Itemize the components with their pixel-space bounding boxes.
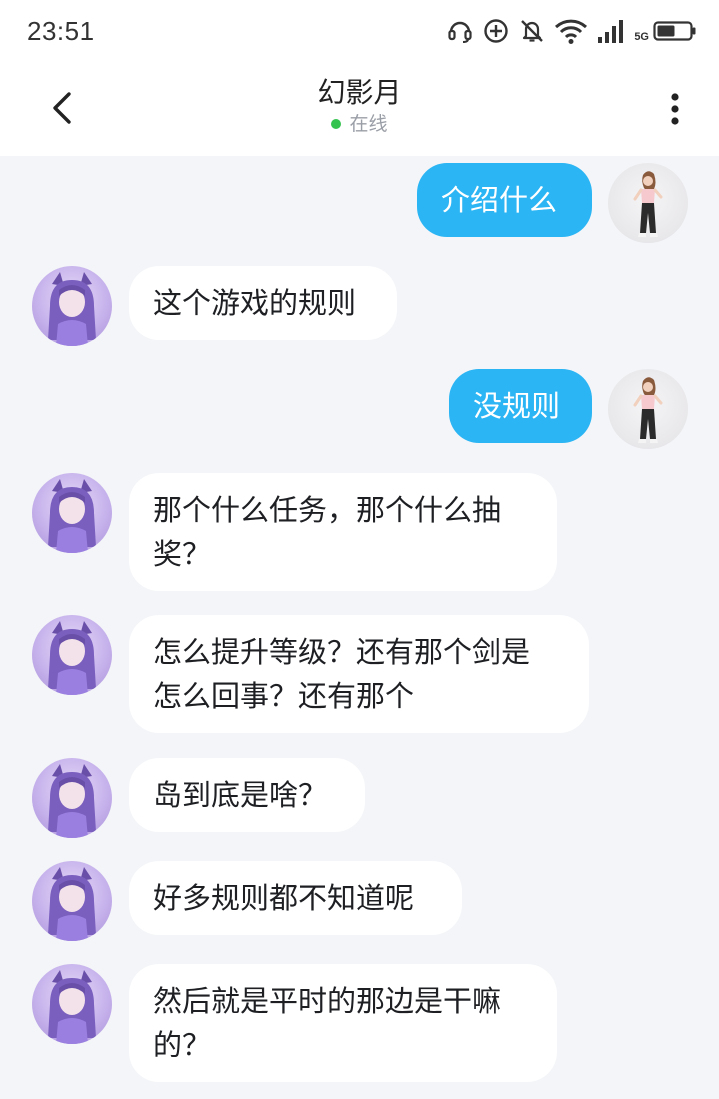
user-avatar-figure [633, 377, 663, 443]
avatar-self[interactable] [608, 163, 688, 243]
more-options-button[interactable] [661, 89, 689, 129]
message-text-line: 奖？ [153, 537, 212, 571]
message-text: 介绍什么 [441, 183, 558, 217]
contact-avatar-figure [48, 970, 96, 1044]
message-row-outgoing: 介绍什么 [0, 156, 719, 246]
title-block: 幻影月 在线 [0, 74, 719, 136]
message-row-incoming: 好多规则都不知道呢 [0, 856, 719, 946]
message-bubble[interactable]: 那个什么任务，那个什么抽 奖？ [129, 473, 557, 591]
avatar-contact[interactable] [32, 615, 112, 695]
network-type-label: 5G [634, 31, 649, 43]
avatar-contact[interactable] [32, 758, 112, 838]
more-vertical-icon [671, 93, 679, 125]
status-time: 23:51 [27, 15, 95, 46]
contact-avatar-figure [48, 764, 96, 838]
bell-off-icon [521, 20, 544, 42]
online-status: 在线 [331, 112, 388, 136]
message-list[interactable]: 介绍什么 这个游戏的规则 没规则 那个什么任务，那个什么抽 奖？ 怎么提升等级？… [0, 156, 719, 1099]
status-icons: 5G [446, 17, 697, 45]
status-bar: 23:51 5G [0, 0, 719, 62]
contact-avatar-figure [48, 621, 96, 695]
message-bubble[interactable]: 怎么提升等级？还有那个剑是 怎么回事？还有那个 [129, 615, 589, 733]
message-text-line: 怎么提升等级？还有那个剑是 [153, 635, 531, 669]
message-text-line: 然后就是平时的那边是干嘛 [153, 984, 502, 1018]
message-text: 好多规则都不知道呢 [153, 881, 415, 915]
message-bubble[interactable]: 然后就是平时的那边是干嘛 的？ [129, 964, 557, 1082]
message-bubble[interactable]: 好多规则都不知道呢 [129, 861, 462, 935]
chat-header: 幻影月 在线 [0, 62, 719, 156]
message-text: 岛到底是啥？ [153, 778, 328, 812]
message-bubble[interactable]: 没规则 [449, 369, 592, 443]
message-text: 没规则 [473, 389, 561, 423]
battery-icon [653, 21, 696, 41]
user-avatar-figure [633, 171, 663, 237]
avatar-contact[interactable] [32, 473, 112, 553]
message-row-incoming: 然后就是平时的那边是干嘛 的？ [0, 959, 719, 1089]
message-row-incoming: 岛到底是啥？ [0, 753, 719, 843]
avatar-contact[interactable] [32, 266, 112, 346]
contact-avatar-figure [48, 479, 96, 553]
message-text-line: 怎么回事？还有那个 [153, 679, 415, 713]
avatar-contact[interactable] [32, 964, 112, 1044]
message-text: 这个游戏的规则 [153, 286, 357, 320]
avatar-self[interactable] [608, 369, 688, 449]
contact-avatar-figure [48, 867, 96, 941]
add-circle-icon [484, 19, 509, 43]
avatar-contact[interactable] [32, 861, 112, 941]
contact-name: 幻影月 [317, 76, 402, 109]
message-text-line: 那个什么任务，那个什么抽 [153, 493, 502, 527]
online-indicator [331, 119, 342, 129]
message-row-incoming: 那个什么任务，那个什么抽 奖？ [0, 467, 719, 597]
signal-icon [598, 20, 624, 43]
contact-avatar-figure [48, 272, 96, 346]
message-row-incoming: 这个游戏的规则 [0, 260, 719, 350]
online-status-text: 在线 [349, 113, 388, 135]
message-bubble[interactable]: 岛到底是啥？ [129, 758, 365, 832]
wifi-icon [555, 19, 588, 44]
message-row-outgoing: 没规则 [0, 363, 719, 453]
message-row-incoming: 怎么提升等级？还有那个剑是 怎么回事？还有那个 [0, 610, 719, 740]
message-bubble[interactable]: 这个游戏的规则 [129, 266, 397, 340]
message-bubble[interactable]: 介绍什么 [417, 163, 592, 237]
message-text-line: 的？ [153, 1028, 212, 1062]
headset-icon [448, 21, 472, 43]
